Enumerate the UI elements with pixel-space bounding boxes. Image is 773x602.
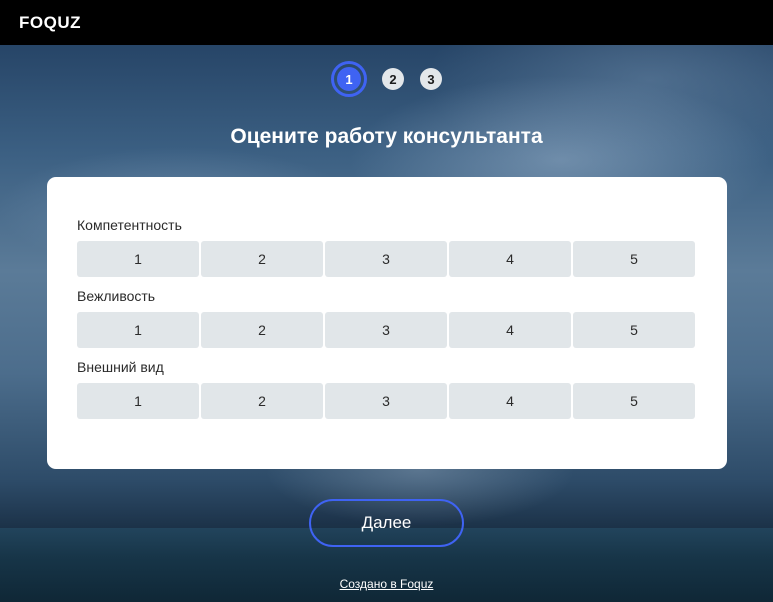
rating-row: 1 2 3 4 5: [77, 312, 697, 348]
page-title: Оцените работу консультанта: [230, 125, 543, 148]
rating-row: 1 2 3 4 5: [77, 241, 697, 277]
rating-option-2[interactable]: 2: [201, 241, 323, 277]
question-competence: Компетентность 1 2 3 4 5: [77, 217, 697, 277]
question-label: Вежливость: [77, 288, 156, 304]
rating-option-4[interactable]: 4: [449, 383, 571, 419]
top-bar: FOQUZ: [0, 0, 773, 45]
rating-row: 1 2 3 4 5: [77, 383, 697, 419]
step-1[interactable]: 1: [331, 61, 367, 97]
step-2[interactable]: 2: [382, 68, 404, 90]
rating-option-2[interactable]: 2: [201, 312, 323, 348]
next-button[interactable]: Далее: [309, 499, 464, 547]
rating-option-4[interactable]: 4: [449, 312, 571, 348]
rating-option-1[interactable]: 1: [77, 312, 199, 348]
rating-option-3[interactable]: 3: [325, 241, 447, 277]
question-appearance: Внешний вид 1 2 3 4 5: [77, 359, 697, 419]
rating-option-2[interactable]: 2: [201, 383, 323, 419]
question-card: Компетентность 1 2 3 4 5 Вежливость 1 2 …: [47, 177, 727, 469]
step-indicator: 1 2 3: [0, 61, 773, 97]
rating-option-5[interactable]: 5: [573, 241, 695, 277]
rating-option-5[interactable]: 5: [573, 312, 695, 348]
rating-option-5[interactable]: 5: [573, 383, 695, 419]
question-label: Внешний вид: [77, 359, 164, 375]
footer: Создано в Foquz: [0, 575, 773, 593]
step-3[interactable]: 3: [420, 68, 442, 90]
rating-option-3[interactable]: 3: [325, 383, 447, 419]
brand-logo: FOQUZ: [19, 13, 81, 32]
rating-option-4[interactable]: 4: [449, 241, 571, 277]
rating-option-1[interactable]: 1: [77, 383, 199, 419]
question-politeness: Вежливость 1 2 3 4 5: [77, 288, 697, 348]
step-1-number: 1: [337, 67, 361, 91]
question-label: Компетентность: [77, 217, 182, 233]
rating-option-1[interactable]: 1: [77, 241, 199, 277]
created-by-link[interactable]: Создано в Foquz: [340, 577, 434, 591]
rating-option-3[interactable]: 3: [325, 312, 447, 348]
